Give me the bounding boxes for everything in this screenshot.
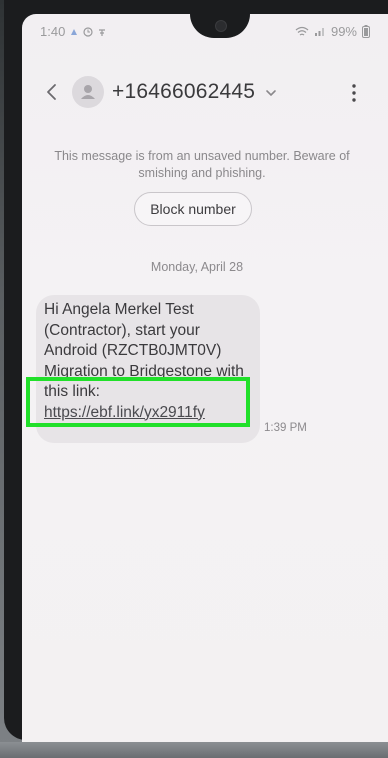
background-surface [0, 742, 388, 758]
chevron-down-icon[interactable] [264, 86, 278, 100]
more-vert-icon[interactable] [350, 82, 358, 104]
status-bar: 1:40 99% [22, 22, 388, 42]
status-left: 1:40 [40, 24, 107, 39]
block-number-button[interactable]: Block number [134, 192, 252, 226]
message-timestamp: 1:39 PM [264, 422, 307, 434]
phone-body: 1:40 99% +16466062445 This message is fr… [4, 0, 388, 756]
back-icon[interactable] [40, 78, 64, 106]
date-separator: Monday, April 28 [150, 260, 244, 274]
unsaved-number-warning: This message is from an unsaved number. … [54, 149, 350, 180]
signal-icon [314, 28, 324, 36]
contact-number[interactable]: +16466062445 [112, 80, 255, 104]
avatar-person-icon [81, 85, 95, 99]
status-time: 1:40 [40, 24, 66, 39]
clock-icon [83, 26, 93, 37]
status-right: 99% [295, 24, 370, 39]
contact-avatar[interactable] [72, 76, 104, 108]
link-highlight-box [26, 377, 250, 427]
sync-icon [99, 28, 106, 36]
battery-percentage: 99% [330, 24, 357, 39]
phone-screen: 1:40 99% +16466062445 This message is fr… [22, 14, 388, 756]
notification-icon [71, 28, 78, 35]
conversation-header: +16466062445 [22, 76, 388, 110]
photo-scene: 1:40 99% +16466062445 This message is fr… [0, 0, 388, 758]
battery-icon [362, 25, 370, 38]
wifi-icon [295, 26, 309, 36]
